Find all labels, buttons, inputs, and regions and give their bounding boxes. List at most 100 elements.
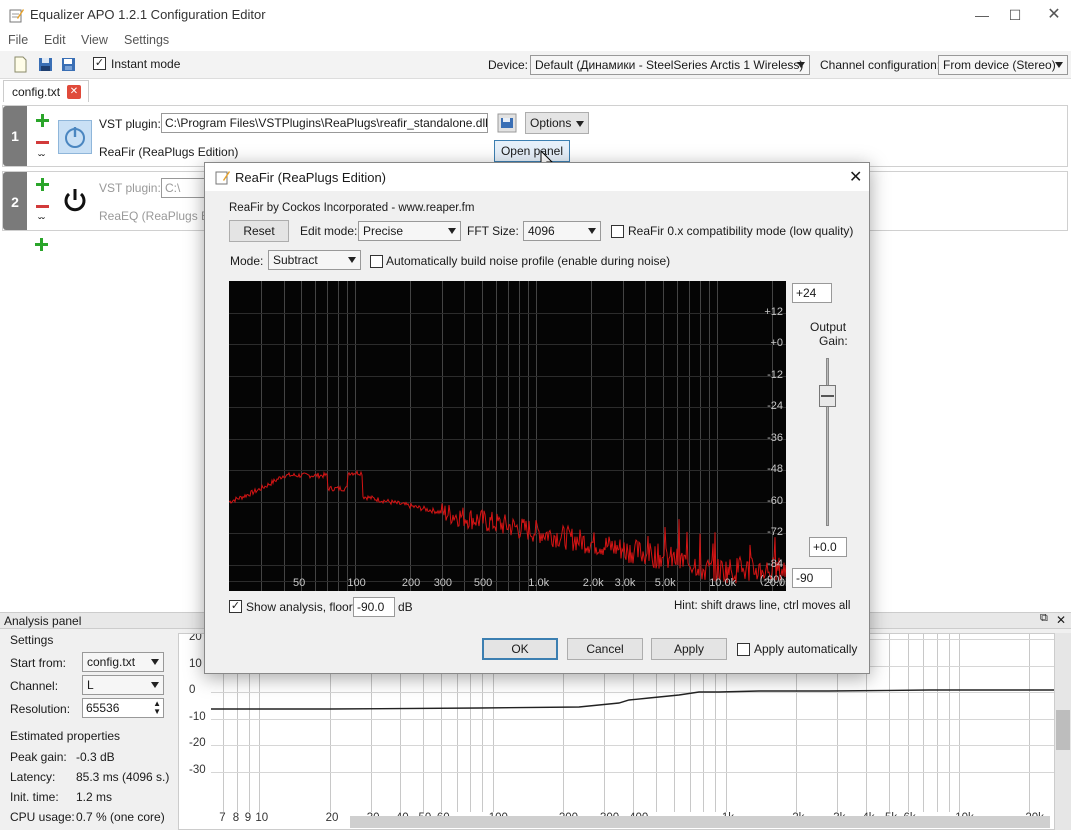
show-analysis-label: Show analysis, floor: <box>246 600 357 614</box>
ok-button[interactable]: OK <box>482 638 558 660</box>
channel-config-select[interactable]: From device (Stereo) <box>938 55 1068 75</box>
frequency-tick-label: 200 <box>401 577 421 589</box>
latency-value: 85.3 ms (4096 s.) <box>76 770 170 784</box>
apply-auto-checkbox[interactable] <box>737 643 750 656</box>
resolution-spinner[interactable]: 65536 ▲ ▼ <box>82 698 164 718</box>
close-panel-icon[interactable]: ✕ <box>1056 613 1066 627</box>
chevron-down-icon <box>588 228 596 234</box>
frequency-tick-label: 500 <box>473 577 493 589</box>
output-gain-slider-handle[interactable] <box>819 385 836 407</box>
power-icon <box>65 127 85 148</box>
chevron-down-icon <box>348 257 356 263</box>
frequency-tick-label: 50 <box>293 577 306 589</box>
menu-settings[interactable]: Settings <box>124 33 169 47</box>
db-tick-label: -72 <box>767 526 783 539</box>
output-gain-value[interactable]: +0.0 <box>809 537 847 557</box>
apply-auto-label: Apply automatically <box>754 642 858 656</box>
minimize-icon[interactable]: — <box>968 4 996 26</box>
peak-gain-label: Peak gain: <box>10 750 67 764</box>
save-file-icon[interactable] <box>60 56 77 73</box>
start-from-select[interactable]: config.txt <box>82 652 164 672</box>
power-icon[interactable] <box>61 186 89 214</box>
auto-noise-checkbox[interactable] <box>370 255 383 268</box>
add-filter-icon[interactable] <box>36 178 49 191</box>
maximize-icon[interactable]: ☐ <box>1001 4 1029 26</box>
remove-filter-icon[interactable] <box>36 141 49 144</box>
device-label: Device: <box>488 58 529 72</box>
close-window-icon[interactable]: ✕ <box>1040 4 1068 26</box>
floor-box[interactable]: -90 <box>792 568 832 588</box>
open-file-icon[interactable] <box>37 56 54 73</box>
menu-bar: File Edit View Settings <box>0 30 1071 51</box>
reset-button[interactable]: Reset <box>229 220 289 242</box>
peak-gain-value: -0.3 dB <box>76 750 115 764</box>
channel-config-label: Channel configuration: <box>820 58 941 72</box>
menu-edit[interactable]: Edit <box>44 33 66 47</box>
close-tab-icon[interactable]: ✕ <box>67 85 81 99</box>
row-number: 1 <box>3 106 27 166</box>
db-tick-label: -84 <box>767 557 783 570</box>
open-panel-button[interactable]: Open panel <box>494 140 570 162</box>
output-gain-slider-track[interactable] <box>826 358 829 526</box>
new-file-icon[interactable] <box>12 56 29 73</box>
vst-path-input[interactable]: C:\ <box>161 178 209 198</box>
float-panel-icon[interactable]: ⧉ <box>1040 612 1048 625</box>
channel-select[interactable]: L <box>82 675 164 695</box>
frequency-tick-label: 20.0k <box>763 577 786 589</box>
mode-select[interactable]: Subtract <box>268 250 361 270</box>
add-filter-icon[interactable] <box>35 238 48 251</box>
reafir-dialog: ReaFir (ReaPlugs Edition) ✕ ReaFir by Co… <box>204 162 870 674</box>
chevron-down-icon <box>151 682 159 688</box>
spinner-arrows-icon[interactable]: ▲ ▼ <box>153 700 161 716</box>
db-tick-label: -60 <box>767 494 783 507</box>
frequency-tick-label: 1.0k <box>528 577 550 589</box>
tab-config[interactable]: config.txt ✕ <box>3 80 89 102</box>
db-tick-label: -48 <box>767 463 783 476</box>
spectrum-plot[interactable]: +12 +0 -12 -24 -36 -48 -60 -72 -84 (-90) 50 100 200… <box>229 281 786 591</box>
analysis-floor-input[interactable]: -90.0 <box>353 597 395 617</box>
db-tick-label: +12 <box>764 305 783 318</box>
menu-view[interactable]: View <box>81 33 108 47</box>
plugin-credit: ReaFir by Cockos Incorporated - www.reap… <box>229 202 475 214</box>
chevron-double-down-icon[interactable]: ˇˇ <box>38 217 45 228</box>
output-gain-label: Output <box>810 320 847 334</box>
frequency-tick-label: 3.0k <box>614 577 636 589</box>
edit-mode-label: Edit mode: <box>300 224 358 238</box>
vst-path-input[interactable]: C:\Program Files\VSTPlugins\ReaPlugs\rea… <box>161 113 488 133</box>
channel-config-value: From device (Stereo) <box>943 58 1056 72</box>
cancel-button[interactable]: Cancel <box>567 638 643 660</box>
compat-mode-checkbox[interactable] <box>611 225 624 238</box>
frequency-tick-label: 300 <box>433 577 453 589</box>
estimated-heading: Estimated properties <box>10 729 121 743</box>
device-select[interactable]: Default (Динамики - SteelSeries Arctis 1… <box>530 55 810 75</box>
menu-file[interactable]: File <box>8 33 28 47</box>
instant-mode-checkbox[interactable]: ✓ <box>93 57 106 70</box>
options-button[interactable]: Options <box>525 112 589 134</box>
dialog-title-bar: ReaFir (ReaPlugs Edition) ✕ <box>205 163 869 191</box>
power-toggle-button[interactable] <box>58 120 92 154</box>
top-gain-box[interactable]: +24 <box>792 283 832 303</box>
chevron-down-icon <box>797 62 805 68</box>
chevron-down-icon <box>576 121 584 127</box>
fft-size-select[interactable]: 4096 <box>523 221 601 241</box>
edit-mode-select[interactable]: Precise <box>358 221 461 241</box>
toolbar: ✓ Instant mode Device: Default (Динамики… <box>0 51 1071 79</box>
frequency-tick-label: 2.0k <box>582 577 604 589</box>
tab-label: config.txt <box>12 85 61 99</box>
browse-file-icon[interactable] <box>497 113 517 133</box>
hint-text: Hint: shift draws line, ctrl moves all <box>674 600 851 612</box>
plugin-name: ReaFir (ReaPlugs Edition) <box>99 145 239 159</box>
start-from-label: Start from: <box>10 656 67 670</box>
chevron-double-down-icon[interactable]: ˇˇ <box>38 154 45 165</box>
window-title: Equalizer APO 1.2.1 Configuration Editor <box>30 7 266 22</box>
remove-filter-icon[interactable] <box>36 205 49 208</box>
add-filter-icon[interactable] <box>36 114 49 127</box>
analysis-title: Analysis panel <box>4 614 82 628</box>
apply-button[interactable]: Apply <box>651 638 727 660</box>
chevron-down-icon <box>1055 62 1063 68</box>
analysis-vertical-scrollbar[interactable] <box>1055 633 1071 830</box>
analysis-horizontal-scrollbar[interactable] <box>350 816 1050 828</box>
close-dialog-icon[interactable]: ✕ <box>849 167 862 187</box>
frequency-tick-label: 100 <box>347 577 366 589</box>
show-analysis-checkbox[interactable]: ✓ <box>229 600 242 613</box>
